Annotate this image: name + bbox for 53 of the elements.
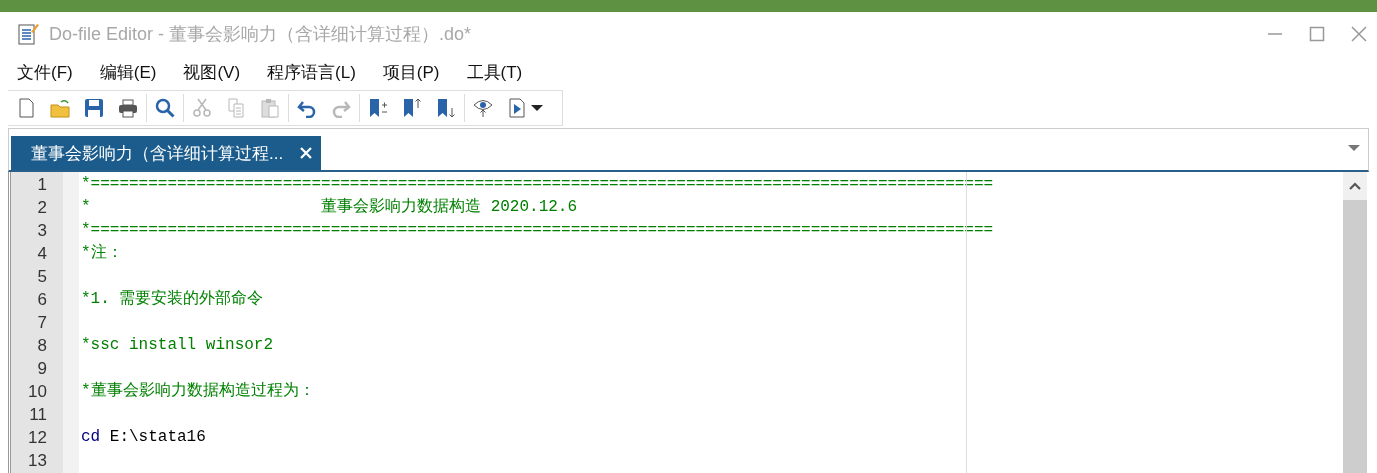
code-line: *============================================================================================== (81, 175, 994, 193)
menu-item[interactable]: 文件(F) (10, 61, 80, 84)
scroll-up-icon[interactable] (1349, 182, 1361, 190)
copy-icon (226, 98, 246, 118)
tab-label: 董事会影响力（含详细计算过程... (31, 142, 284, 165)
line-number: 4 (37, 244, 47, 263)
line-number: 9 (37, 359, 47, 378)
eye-arrow-icon (473, 98, 493, 118)
window-title: Do-file Editor - 董事会影响力（含详细计算过程）.do* (49, 22, 473, 46)
code-line: *============================================================================================== (81, 221, 994, 239)
menu-item[interactable]: 程序语言(L) (260, 61, 363, 84)
dropdown-caret-icon[interactable] (531, 104, 543, 112)
line-number: 7 (37, 313, 47, 332)
line-number: 5 (37, 267, 47, 286)
menu-item[interactable]: 编辑(E) (92, 61, 164, 84)
code-line: cd E:\stata16 (81, 428, 206, 446)
scissors-icon (192, 98, 212, 118)
open-folder-icon (50, 98, 70, 118)
bookmark-plus-icon (368, 98, 388, 118)
close-icon[interactable] (299, 146, 314, 160)
new-file-icon (16, 98, 36, 118)
maximize-button[interactable] (1309, 25, 1325, 42)
close-button[interactable] (1351, 25, 1367, 42)
vertical-scrollbar[interactable] (1343, 172, 1367, 473)
code-line: *ssc install winsor2 (81, 336, 274, 354)
line-number: 3 (37, 221, 47, 240)
code-line: *1. 需要安装的外部命令 (81, 290, 264, 308)
code-line: * 董事会影响力数据构造 2020.12.6 (81, 198, 578, 216)
printer-icon (118, 98, 138, 118)
line-number: 10 (28, 382, 47, 401)
save-icon (84, 98, 104, 118)
search-button[interactable] (153, 96, 177, 120)
run-file-icon (507, 98, 527, 118)
code-line: *注： (81, 244, 123, 262)
line-number: 11 (29, 405, 47, 424)
printer-button[interactable] (116, 96, 140, 120)
search-icon (155, 98, 175, 118)
line-number: 6 (37, 290, 47, 309)
bookmark-up-arrow-icon (402, 98, 422, 118)
line-number: 2 (37, 198, 47, 217)
bookmark-down-arrow-icon (436, 98, 456, 118)
menu-item[interactable]: 视图(V) (176, 61, 248, 84)
menu-item[interactable]: 项目(P) (375, 61, 447, 84)
document-tab[interactable]: 董事会影响力（含详细计算过程... (11, 136, 322, 170)
code-line: *董事会影响力数据构造过程为： (81, 382, 315, 400)
save-button[interactable] (82, 96, 106, 120)
line-number: 1 (37, 175, 47, 194)
clipboard-icon (260, 98, 280, 118)
document-edit-icon (17, 21, 39, 46)
line-number: 12 (28, 428, 47, 447)
menu-item[interactable]: 工具(T) (459, 61, 530, 84)
line-number: 13 (28, 451, 47, 470)
line-number: 8 (37, 336, 47, 355)
